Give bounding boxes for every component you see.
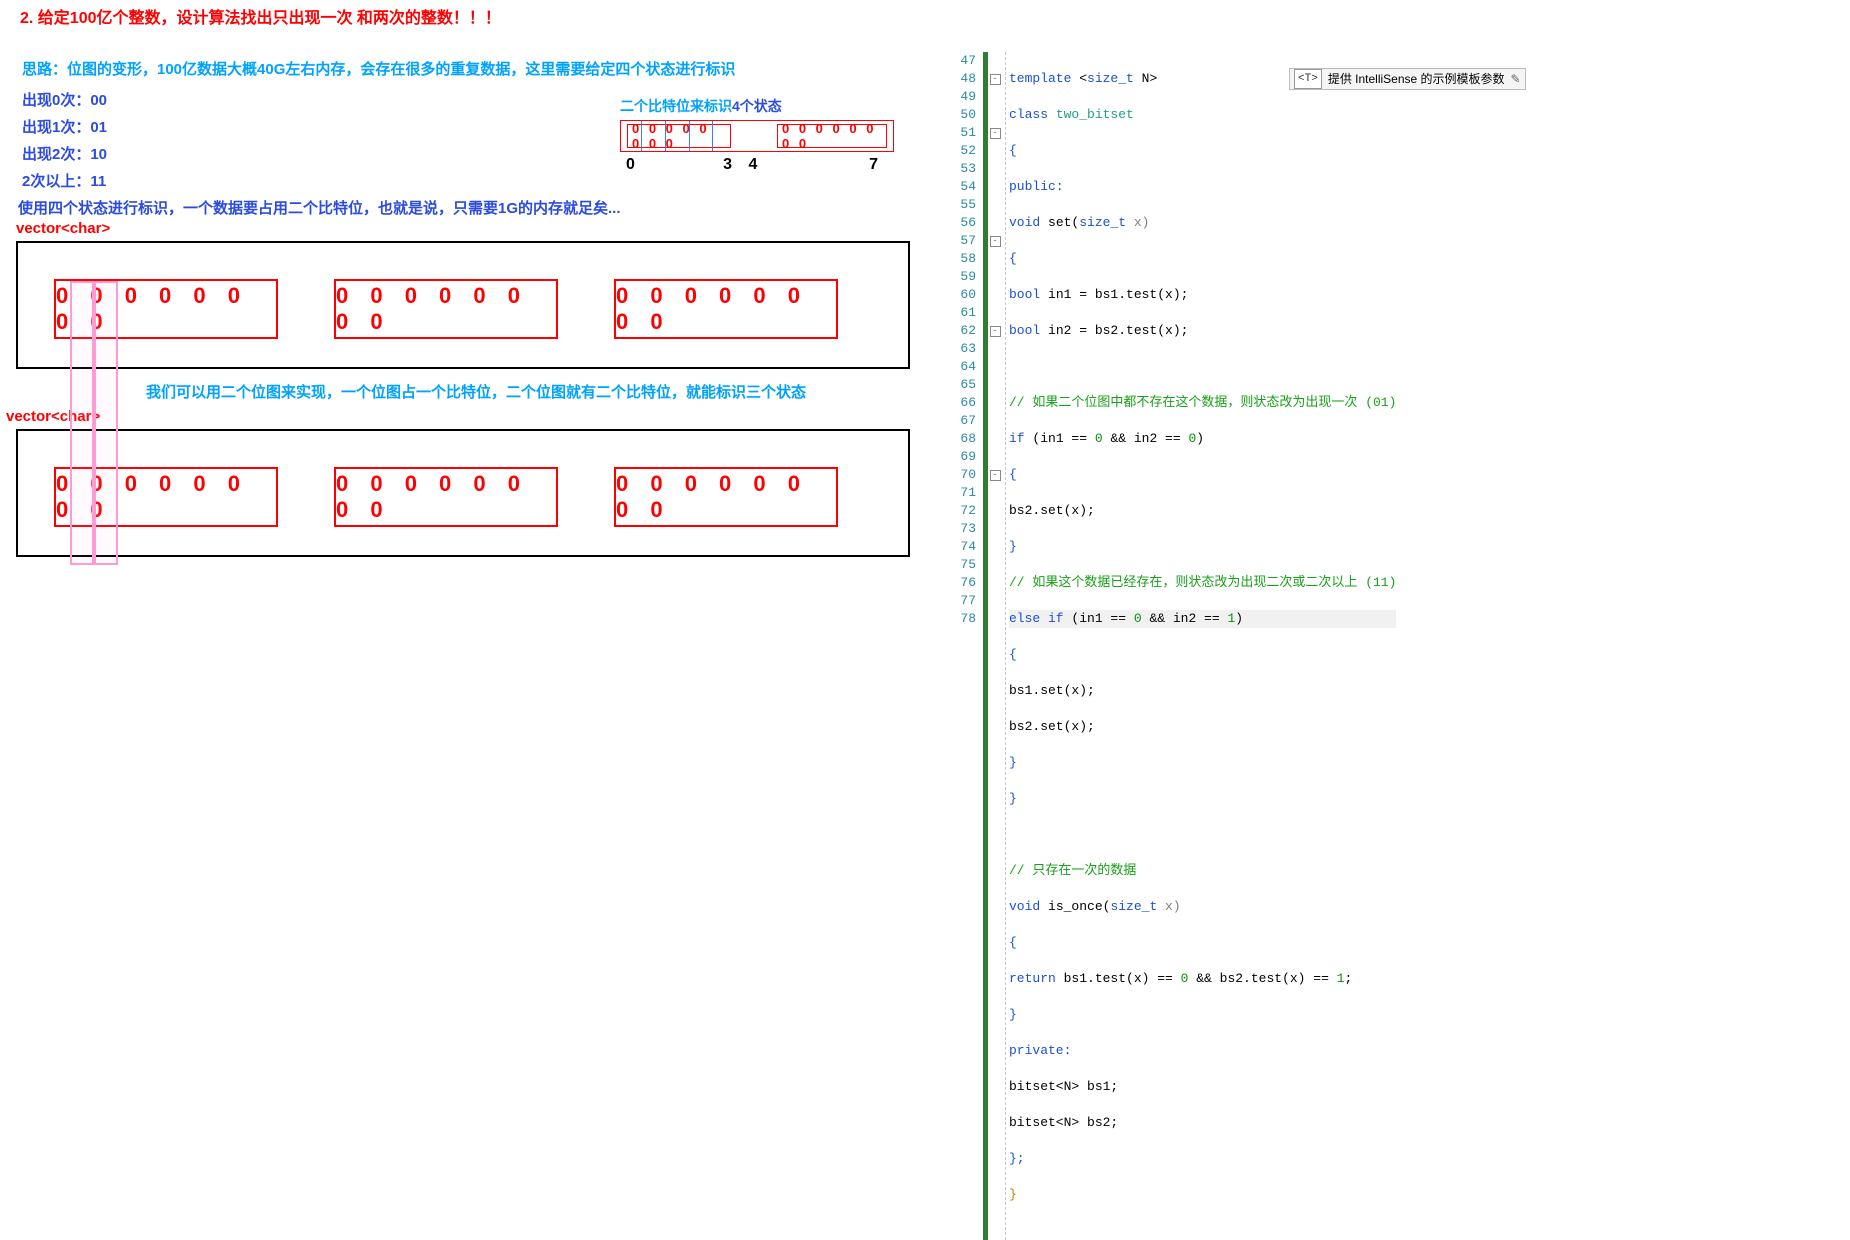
code-line-62: else if (in1 == 0 && in2 == 1) bbox=[1009, 610, 1396, 628]
mini-caption-b: 4个状态 bbox=[732, 98, 782, 114]
mini-num-4: 4 bbox=[732, 156, 774, 174]
idea-text: 思路：位图的变形，100亿数据大概40G左右内存，会存在很多的重复数据，这里需要… bbox=[22, 58, 936, 79]
code-line-51: void set(size_t x) bbox=[1009, 214, 1396, 232]
code-line-50: public: bbox=[1009, 178, 1396, 196]
code-body[interactable]: template <size_t N> <T> 提供 IntelliSense … bbox=[1009, 52, 1396, 1240]
code-line-57: if (in1 == 0 && in2 == 0) bbox=[1009, 430, 1396, 448]
vector-char-label-1: vector<char> bbox=[16, 220, 936, 237]
code-line-78: } bbox=[1009, 1186, 1396, 1204]
code-line-72: return bs1.test(x) == 0 && bs2.test(x) =… bbox=[1009, 970, 1396, 988]
code-line-73: } bbox=[1009, 1006, 1396, 1024]
mini-box-right: 0 0 0 0 0 0 0 0 bbox=[777, 124, 887, 148]
code-line-65: bs2.set(x); bbox=[1009, 718, 1396, 736]
code-line-52: { bbox=[1009, 250, 1396, 268]
code-line-61: // 如果这个数据已经存在，则状态改为出现二次或二次以上 (11) bbox=[1009, 574, 1396, 592]
code-line-49: { bbox=[1009, 142, 1396, 160]
mini-box-left: 0 0 0 0 0 0 0 0 bbox=[627, 124, 731, 148]
byte-2-2: 0 0 0 0 0 0 0 0 bbox=[614, 467, 838, 527]
byte-1-2: 0 0 0 0 0 0 0 0 bbox=[614, 279, 838, 339]
byte-2-1: 0 0 0 0 0 0 0 0 bbox=[334, 467, 558, 527]
vector-char-label-2: vector<char> bbox=[6, 408, 936, 425]
mini-diagram: 二个比特位来标识4个状态 0 0 0 0 0 0 0 0 0 0 0 0 0 0… bbox=[620, 96, 920, 174]
use-four-states: 使用四个状态进行标识，一个数据要占用二个比特位，也就是说，只需要1G的内存就足矣… bbox=[18, 197, 936, 218]
code-line-58: { bbox=[1009, 466, 1396, 484]
tooltip-tag: <T> bbox=[1294, 69, 1322, 89]
mini-row: 0 0 0 0 0 0 0 0 0 0 0 0 0 0 0 0 bbox=[620, 120, 894, 152]
code-line-75: bitset<N> bs1; bbox=[1009, 1078, 1396, 1096]
tooltip-text: 提供 IntelliSense 的示例模板参数 bbox=[1328, 70, 1505, 88]
code-line-68 bbox=[1009, 826, 1396, 844]
code-line-67: } bbox=[1009, 790, 1396, 808]
bitmap-1: 0 0 0 0 0 0 0 0 0 0 0 0 0 0 0 0 0 0 0 0 … bbox=[16, 241, 910, 369]
code-line-60: } bbox=[1009, 538, 1396, 556]
mini-num-0: 0 bbox=[626, 156, 640, 174]
code-line-63: { bbox=[1009, 646, 1396, 664]
mini-index-row: 0 3 4 7 bbox=[620, 156, 892, 174]
code-line-54: bool in2 = bs2.test(x); bbox=[1009, 322, 1396, 340]
intellisense-tooltip[interactable]: <T> 提供 IntelliSense 的示例模板参数 ✎ bbox=[1289, 68, 1526, 90]
mini-num-7: 7 bbox=[774, 156, 878, 174]
problem-title: 2. 给定100亿个整数，设计算法找出只出现一次 和两次的整数！！！ bbox=[20, 4, 936, 28]
code-line-59: bs2.set(x); bbox=[1009, 502, 1396, 520]
edit-icon[interactable]: ✎ bbox=[1511, 70, 1521, 88]
code-line-53: bool in1 = bs1.test(x); bbox=[1009, 286, 1396, 304]
fold-column[interactable]: - - - - - bbox=[988, 52, 1002, 1240]
bitmap-2: 0 0 0 0 0 0 0 0 0 0 0 0 0 0 0 0 0 0 0 0 … bbox=[16, 429, 910, 557]
code-line-55 bbox=[1009, 358, 1396, 376]
code-line-76: bitset<N> bs2; bbox=[1009, 1114, 1396, 1132]
byte-1-1: 0 0 0 0 0 0 0 0 bbox=[334, 279, 558, 339]
code-line-56: // 如果二个位图中都不存在这个数据，则状态改为出现一次 (01) bbox=[1009, 394, 1396, 412]
code-line-74: private: bbox=[1009, 1042, 1396, 1060]
indent-guide bbox=[1005, 52, 1006, 1240]
code-line-48: class two_bitset bbox=[1009, 106, 1396, 124]
two-bitmap-caption: 我们可以用二个位图来实现，一个位图占一个比特位，二个位图就有二个比特位，就能标识… bbox=[16, 381, 936, 402]
mini-num-3: 3 bbox=[640, 156, 732, 174]
byte-2-0: 0 0 0 0 0 0 0 0 bbox=[54, 467, 278, 527]
code-pane: 47484950 51525354 55565758 59606162 6364… bbox=[946, 0, 1850, 1240]
code-line-71: { bbox=[1009, 934, 1396, 952]
mini-caption: 二个比特位来标识4个状态 bbox=[620, 96, 920, 116]
code-line-66: } bbox=[1009, 754, 1396, 772]
line-number-gutter: 47484950 51525354 55565758 59606162 6364… bbox=[946, 52, 980, 1240]
code-line-47: template <size_t N> <T> 提供 IntelliSense … bbox=[1009, 70, 1396, 88]
byte-1-0: 0 0 0 0 0 0 0 0 bbox=[54, 279, 278, 339]
code-line-69: // 只存在一次的数据 bbox=[1009, 862, 1396, 880]
code-line-70: void is_once(size_t x) bbox=[1009, 898, 1396, 916]
code-line-64: bs1.set(x); bbox=[1009, 682, 1396, 700]
code-line-77: }; bbox=[1009, 1150, 1396, 1168]
mini-caption-a: 二个比特位来标识 bbox=[620, 98, 732, 114]
